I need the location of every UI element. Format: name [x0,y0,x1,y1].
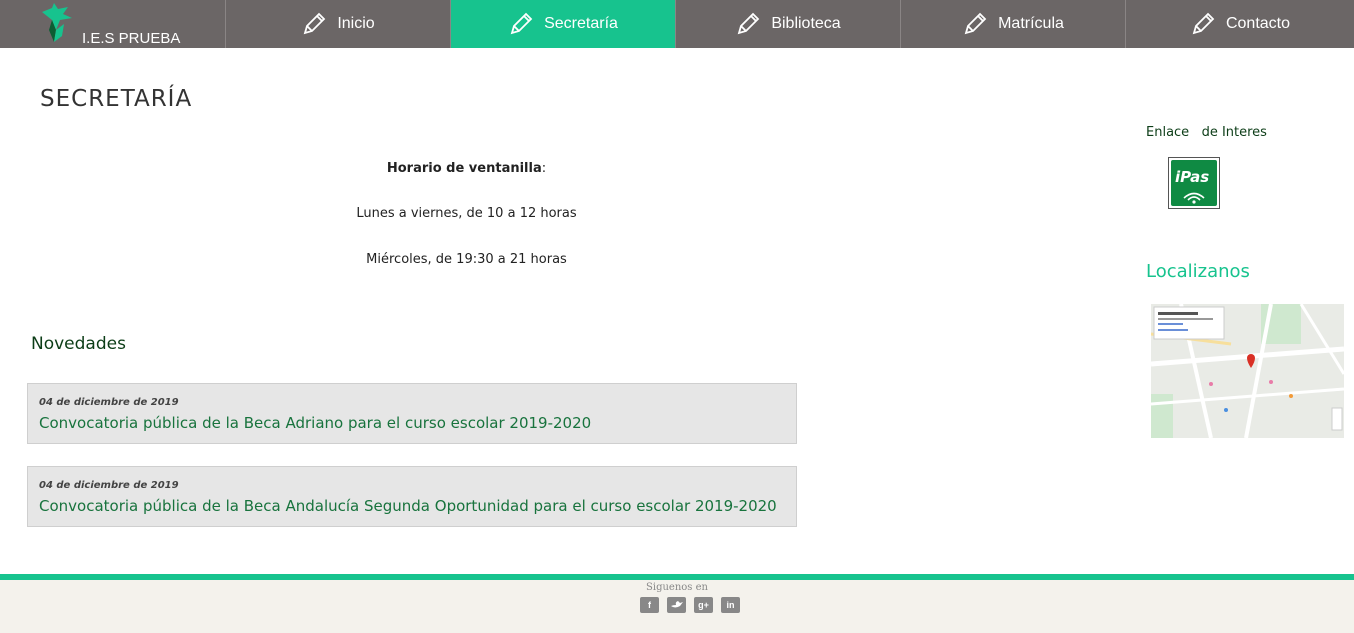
twitter-icon[interactable] [667,597,686,613]
pencil-icon [510,12,533,35]
nav-item-label: Secretaría [544,15,618,32]
pencil-icon [1192,12,1215,35]
nav-item-label: Matrícula [998,15,1064,32]
schedule-line-weekdays: Lunes a viernes, de 10 a 12 horas [356,206,577,221]
google-plus-icon[interactable]: g+ [694,597,713,613]
pencil-icon [964,12,987,35]
pencil-icon [304,12,326,35]
schedule-label: Horario de ventanilla [386,161,542,176]
wifi-icon [1183,192,1205,204]
localizanos-heading: Localizanos [1146,261,1250,282]
news-title-link[interactable]: Convocatoria pública de la Beca Adriano … [39,414,591,432]
pencil-icon [738,12,760,35]
nav-item-inicio[interactable]: Inicio [226,0,451,48]
schedule-line-wednesday: Miércoles, de 19:30 a 21 horas [366,252,567,267]
nav-item-biblioteca[interactable]: Biblioteca [676,0,901,48]
brand-name: I.E.S PRUEBA [82,30,181,47]
schedule-heading: Horario de ventanilla: [240,161,693,176]
ipas-logo-icon: iPas [1171,160,1217,206]
news-title-link[interactable]: Convocatoria pública de la Beca Andalucí… [39,497,777,515]
news-date: 04 de diciembre de 2019 [39,397,179,408]
ipas-label: iPas [1175,168,1210,186]
bird-logo-icon [42,3,72,42]
social-links: f g+ in [640,597,740,613]
brand[interactable]: I.E.S PRUEBA [0,0,226,48]
location-map[interactable] [1151,304,1344,438]
nav-item-contacto[interactable]: Contacto [1126,0,1354,48]
follow-us-label: Siguenos en [646,582,708,593]
footer: Siguenos en f g+ in [0,580,1354,633]
news-item[interactable]: 04 de diciembre de 2019 Convocatoria púb… [27,383,797,444]
schedule-colon: : [541,161,547,176]
ipas-link-button[interactable]: iPas [1168,157,1220,209]
top-navigation: I.E.S PRUEBA Inicio Secretaría Bibliotec… [0,0,1354,48]
page-title: SECRETARÍA [40,86,193,112]
news-date: 04 de diciembre de 2019 [39,480,179,491]
news-heading: Novedades [31,334,126,354]
facebook-icon[interactable]: f [640,597,659,613]
map-image [1151,304,1344,438]
nav-item-label: Inicio [337,15,375,32]
nav-item-label: Biblioteca [771,15,841,32]
news-item[interactable]: 04 de diciembre de 2019 Convocatoria púb… [27,466,797,527]
linkedin-icon[interactable]: in [721,597,740,613]
nav-item-matricula[interactable]: Matrícula [901,0,1126,48]
nav-item-secretaria[interactable]: Secretaría [451,0,676,48]
bird-glyph [670,601,683,608]
links-of-interest-label: Enlace de Interes [1146,125,1267,140]
nav-item-label: Contacto [1225,15,1291,32]
